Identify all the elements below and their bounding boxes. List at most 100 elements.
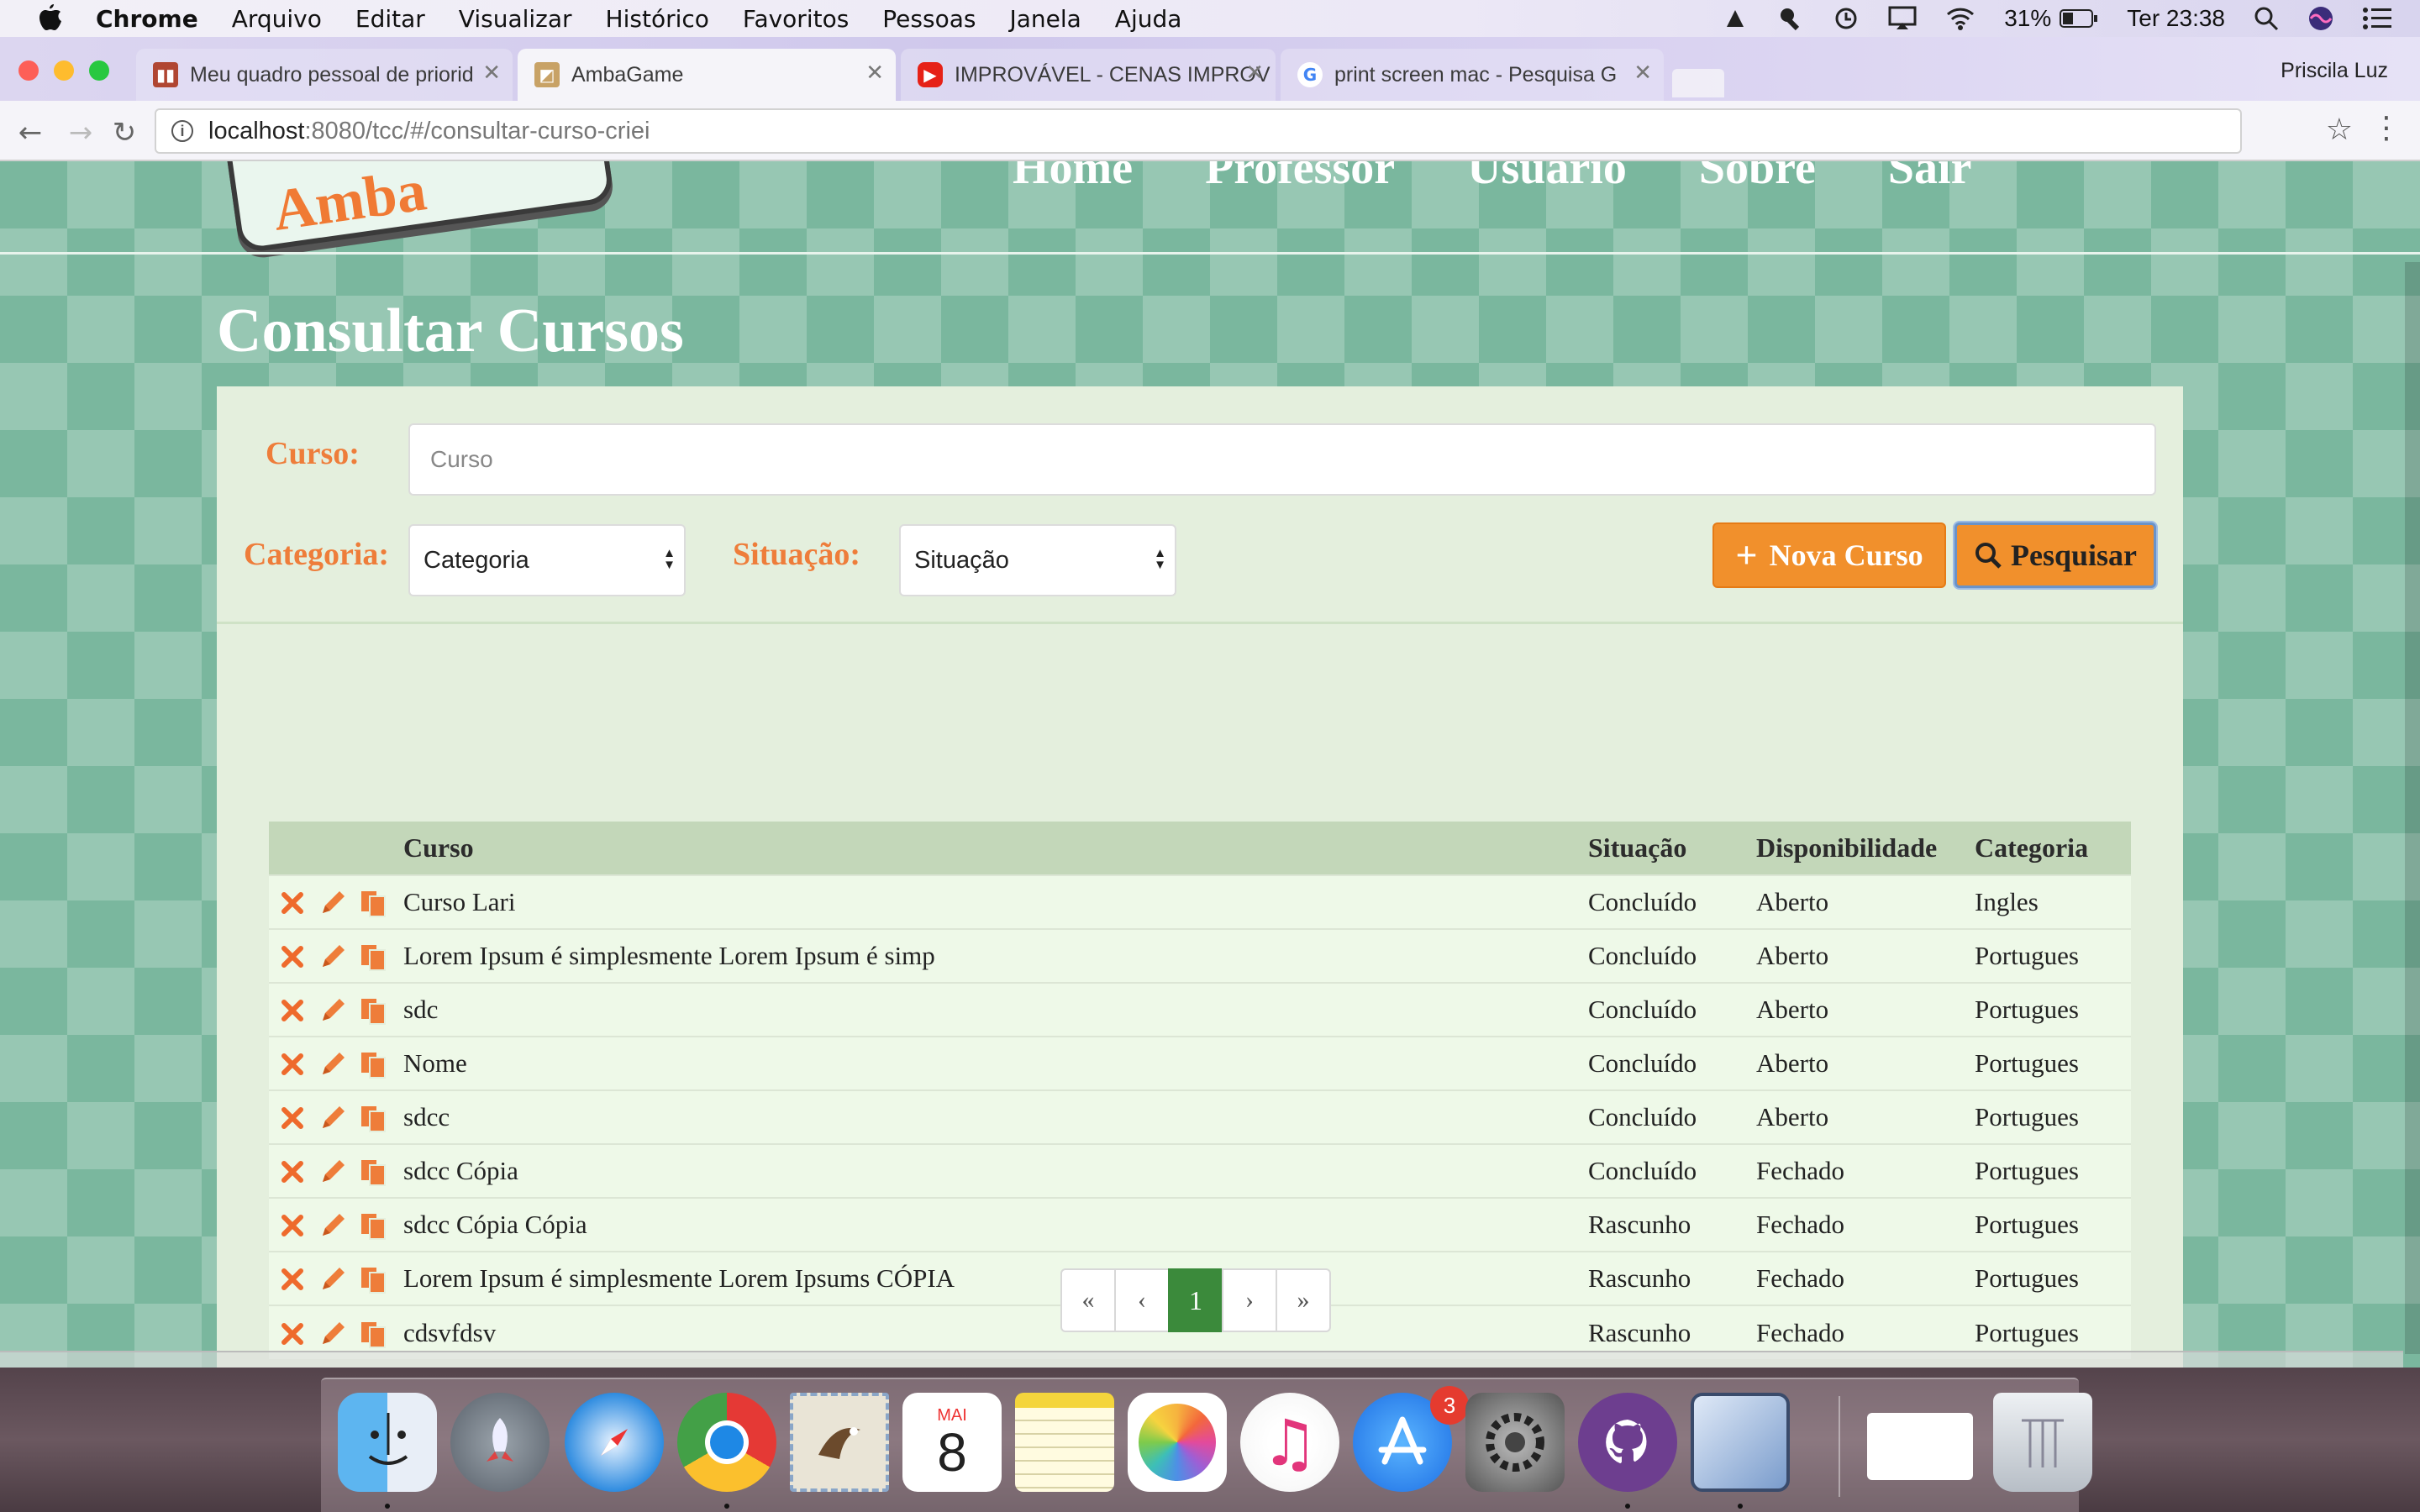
edit-pencil-icon[interactable] bbox=[318, 995, 348, 1026]
window-close-icon[interactable] bbox=[18, 60, 39, 81]
browser-tab-ambagame[interactable]: ◩ AmbaGame ✕ bbox=[518, 49, 896, 101]
nav-sair[interactable]: Sair bbox=[1888, 161, 1972, 194]
forward-arrow-icon[interactable]: → bbox=[64, 116, 97, 150]
nav-sobre[interactable]: Sobre bbox=[1699, 161, 1816, 194]
delete-icon[interactable] bbox=[277, 1049, 308, 1079]
categoria-select[interactable]: Categoria ▲ ▼ bbox=[408, 524, 686, 596]
back-arrow-icon[interactable]: ← bbox=[13, 116, 47, 150]
notes-icon[interactable] bbox=[1015, 1393, 1114, 1492]
menu-favoritos[interactable]: Favoritos bbox=[743, 5, 849, 33]
edit-pencil-icon[interactable] bbox=[318, 1049, 348, 1079]
new-tab-button[interactable] bbox=[1672, 69, 1724, 97]
edit-pencil-icon[interactable] bbox=[318, 1210, 348, 1241]
nav-professor[interactable]: Professor bbox=[1205, 161, 1395, 194]
menu-arquivo[interactable]: Arquivo bbox=[232, 5, 322, 33]
github-desktop-icon[interactable] bbox=[1578, 1393, 1677, 1492]
menu-editar[interactable]: Editar bbox=[355, 5, 425, 33]
menu-app-name[interactable]: Chrome bbox=[96, 5, 198, 33]
copy-icon[interactable] bbox=[358, 1319, 388, 1349]
photos-icon[interactable] bbox=[1128, 1393, 1227, 1492]
finder-icon[interactable] bbox=[338, 1393, 437, 1492]
address-bar[interactable]: i localhost:8080/tcc/#/consultar-curso-c… bbox=[155, 108, 2242, 154]
copy-icon[interactable] bbox=[358, 1210, 388, 1241]
edit-pencil-icon[interactable] bbox=[318, 1319, 348, 1349]
edit-pencil-icon[interactable] bbox=[318, 1103, 348, 1133]
battery-icon[interactable] bbox=[2060, 8, 2098, 29]
edit-pencil-icon[interactable] bbox=[318, 1157, 348, 1187]
delete-icon[interactable] bbox=[277, 1103, 308, 1133]
tab-close-icon[interactable]: ✕ bbox=[1634, 60, 1652, 86]
copy-icon[interactable] bbox=[358, 942, 388, 972]
cell-curso[interactable]: sdcc bbox=[403, 1089, 1588, 1144]
browser-tab-google[interactable]: G print screen mac - Pesquisa G ✕ bbox=[1281, 49, 1664, 101]
system-preferences-icon[interactable] bbox=[1465, 1393, 1565, 1492]
cell-curso[interactable]: sdcc Cópia bbox=[403, 1143, 1588, 1198]
horizontal-scrollbar[interactable] bbox=[0, 1351, 2403, 1368]
cell-curso[interactable]: sdc bbox=[403, 982, 1588, 1037]
site-info-icon[interactable]: i bbox=[171, 120, 193, 142]
page-1-button[interactable]: 1 bbox=[1168, 1268, 1223, 1332]
ambagame-logo[interactable]: Amba bbox=[217, 161, 615, 255]
status-tool-icon[interactable] bbox=[1777, 5, 1804, 32]
delete-icon[interactable] bbox=[277, 1210, 308, 1241]
menu-pessoas[interactable]: Pessoas bbox=[882, 5, 976, 33]
situacao-select[interactable]: Situação ▲ ▼ bbox=[899, 524, 1176, 596]
profile-name[interactable]: Priscila Luz bbox=[2281, 59, 2388, 83]
col-header-disponibilidade[interactable]: Disponibilidade bbox=[1756, 822, 1975, 875]
window-minimize-icon[interactable] bbox=[54, 60, 74, 81]
page-next-button[interactable]: › bbox=[1222, 1268, 1277, 1332]
copy-icon[interactable] bbox=[358, 1049, 388, 1079]
copy-icon[interactable] bbox=[358, 888, 388, 918]
airplay-icon[interactable] bbox=[1888, 6, 1917, 31]
cell-curso[interactable]: Curso Lari bbox=[403, 874, 1588, 929]
tab-close-icon[interactable]: ✕ bbox=[482, 60, 501, 86]
reload-icon[interactable]: ↻ bbox=[108, 116, 141, 150]
browser-tab-trello[interactable]: ▮▮ Meu quadro pessoal de priorid ✕ bbox=[136, 49, 513, 101]
cell-curso[interactable]: Lorem Ipsum é simplesmente Lorem Ipsum é… bbox=[403, 928, 1588, 983]
tab-close-icon[interactable]: ✕ bbox=[1245, 60, 1264, 86]
col-header-situacao[interactable]: Situação bbox=[1588, 822, 1756, 875]
col-header-categoria[interactable]: Categoria bbox=[1975, 822, 2131, 875]
menubar-clock[interactable]: Ter 23:38 bbox=[2127, 5, 2225, 32]
vertical-scrollbar[interactable] bbox=[2405, 262, 2420, 1354]
edit-pencil-icon[interactable] bbox=[318, 1264, 348, 1294]
page-prev-button[interactable]: ‹ bbox=[1114, 1268, 1170, 1332]
copy-icon[interactable] bbox=[358, 995, 388, 1026]
chrome-icon[interactable] bbox=[677, 1393, 776, 1492]
browser-tab-youtube[interactable]: ▶ IMPROVÁVEL - CENAS IMPROV ✕ bbox=[901, 49, 1276, 101]
menu-historico[interactable]: Histórico bbox=[606, 5, 709, 33]
virtualbox-icon[interactable] bbox=[1691, 1393, 1790, 1492]
trash-icon[interactable] bbox=[1993, 1393, 2092, 1492]
col-header-curso[interactable]: Curso bbox=[403, 822, 1588, 875]
tab-close-icon[interactable]: ✕ bbox=[865, 60, 884, 86]
window-preview-icon[interactable] bbox=[1867, 1413, 1973, 1480]
safari-icon[interactable] bbox=[565, 1393, 664, 1492]
cell-curso[interactable]: Lorem Ipsum é simplesmente Lorem Ipsums … bbox=[403, 1251, 1588, 1305]
notification-center-icon[interactable] bbox=[2363, 7, 2391, 30]
delete-icon[interactable] bbox=[277, 1264, 308, 1294]
nova-curso-button[interactable]: + Nova Curso bbox=[1712, 522, 1946, 588]
cell-curso[interactable]: Nome bbox=[403, 1036, 1588, 1090]
status-app-icon[interactable] bbox=[1722, 5, 1749, 32]
delete-icon[interactable] bbox=[277, 942, 308, 972]
pesquisar-button[interactable]: Pesquisar bbox=[1954, 522, 2156, 588]
bookmark-star-icon[interactable]: ☆ bbox=[2326, 113, 2353, 147]
wifi-icon[interactable] bbox=[1945, 6, 1975, 31]
delete-icon[interactable] bbox=[277, 1319, 308, 1349]
nav-usuario[interactable]: Usuário bbox=[1467, 161, 1627, 194]
edit-pencil-icon[interactable] bbox=[318, 888, 348, 918]
calendar-icon[interactable]: MAI 8 bbox=[902, 1393, 1002, 1492]
apple-icon[interactable] bbox=[32, 4, 69, 33]
menu-ajuda[interactable]: Ajuda bbox=[1115, 5, 1182, 33]
delete-icon[interactable] bbox=[277, 1157, 308, 1187]
spotlight-search-icon[interactable] bbox=[2254, 6, 2279, 31]
nav-home[interactable]: Home bbox=[1013, 161, 1133, 194]
browser-menu-icon[interactable]: ⋮ bbox=[2371, 111, 2402, 145]
page-first-button[interactable]: « bbox=[1060, 1268, 1116, 1332]
menu-visualizar[interactable]: Visualizar bbox=[459, 5, 572, 33]
copy-icon[interactable] bbox=[358, 1157, 388, 1187]
window-zoom-icon[interactable] bbox=[89, 60, 109, 81]
copy-icon[interactable] bbox=[358, 1264, 388, 1294]
copy-icon[interactable] bbox=[358, 1103, 388, 1133]
page-last-button[interactable]: » bbox=[1276, 1268, 1331, 1332]
